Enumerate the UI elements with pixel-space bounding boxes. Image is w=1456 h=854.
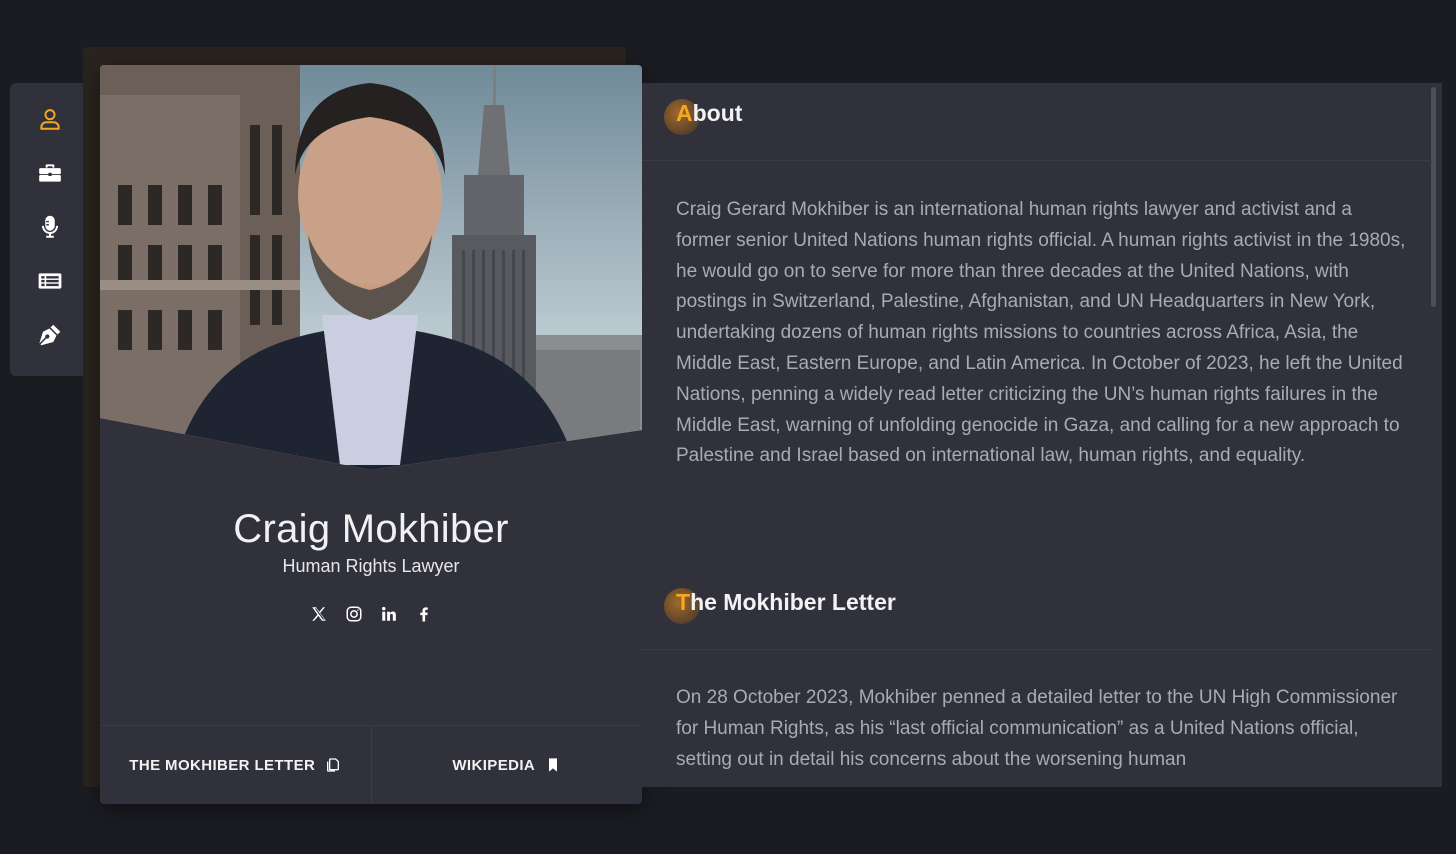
about-section-header: About	[642, 83, 1432, 161]
bookmark-icon	[549, 758, 558, 772]
content-panel[interactable]: About Craig Gerard Mokhiber is an intern…	[642, 83, 1442, 787]
facebook-icon	[419, 607, 428, 622]
facebook-link[interactable]	[414, 603, 434, 625]
social-links	[100, 603, 642, 625]
profile-role: Human Rights Lawyer	[282, 556, 460, 576]
profile-card: Craig Mokhiber Human Rights Lawyer THE M…	[100, 65, 642, 804]
mokhiber-letter-link[interactable]: THE MOKHIBER LETTER	[100, 726, 371, 804]
nav-item-talks[interactable]	[30, 213, 70, 241]
x-icon	[311, 607, 326, 621]
x-link[interactable]	[309, 603, 329, 625]
about-text: Craig Gerard Mokhiber is an internationa…	[676, 199, 1406, 467]
profile-footer: THE MOKHIBER LETTER WIKIPEDIA	[100, 725, 642, 804]
wikipedia-label: WIKIPEDIA	[452, 756, 536, 774]
briefcase-icon	[39, 164, 61, 182]
document-copy-icon	[327, 758, 340, 772]
nav-item-writing[interactable]	[30, 321, 70, 349]
letter-section-header: The Mokhiber Letter	[642, 572, 1432, 650]
about-title: About	[676, 100, 743, 126]
user-icon	[40, 109, 60, 130]
microphone-icon	[41, 215, 59, 238]
nav-item-work[interactable]	[30, 159, 70, 187]
instagram-icon	[346, 606, 361, 622]
letter-title: The Mokhiber Letter	[676, 589, 896, 615]
instagram-link[interactable]	[344, 603, 364, 625]
nav-item-articles[interactable]	[30, 267, 70, 295]
linkedin-icon	[381, 606, 396, 621]
letter-text: On 28 October 2023, Mokhiber penned a de…	[676, 687, 1398, 770]
newspaper-icon	[38, 273, 62, 289]
page: Craig Mokhiber Human Rights Lawyer THE M…	[0, 0, 1456, 854]
profile-name: Craig Mokhiber	[233, 507, 509, 551]
wikipedia-link[interactable]: WIKIPEDIA	[370, 726, 643, 804]
linkedin-link[interactable]	[379, 603, 399, 625]
profile-photo	[100, 65, 642, 535]
side-nav	[10, 83, 90, 376]
mokhiber-letter-label: THE MOKHIBER LETTER	[129, 756, 316, 774]
nav-item-about[interactable]	[30, 105, 70, 133]
pen-nib-icon	[39, 324, 61, 346]
